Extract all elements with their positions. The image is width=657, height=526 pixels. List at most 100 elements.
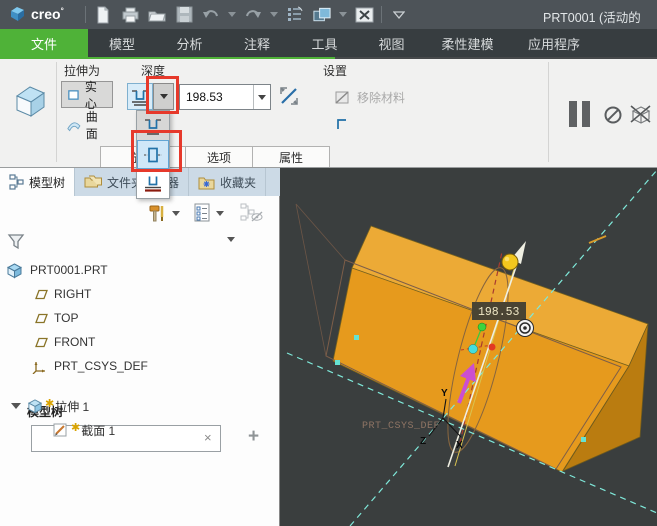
tree-plane-label[interactable]: TOP (54, 311, 78, 325)
flip-direction-button[interactable] (278, 85, 300, 107)
remove-material-button: 移除材料 (329, 84, 410, 111)
tab-annotate[interactable]: 注释 (223, 29, 291, 57)
sketch-vertex-handle[interactable] (354, 335, 359, 340)
tab-model[interactable]: 模型 (88, 29, 156, 57)
tree-eye-slash-icon (240, 203, 263, 222)
save-icon[interactable] (174, 4, 194, 25)
navtab-model-tree[interactable]: 模型树 (0, 168, 76, 196)
tab-analysis[interactable]: 分析 (156, 29, 223, 57)
tree-row-section[interactable]: ✱ 截面 1 (52, 418, 115, 442)
solid-button-label: 实心 (84, 79, 97, 111)
tab-properties[interactable]: 属性 (252, 146, 330, 168)
tree-row-plane[interactable]: FRONT (33, 330, 95, 354)
customize-toolbar-icon[interactable] (389, 4, 409, 25)
filter-icon[interactable] (6, 232, 26, 251)
windows-dropdown-icon[interactable] (339, 12, 347, 17)
close-window-icon[interactable] (354, 4, 374, 25)
tab-view[interactable]: 视图 (358, 29, 425, 57)
creo-application-window: creo° PRT0001 (活动的 文件 模型 分析 注释 工具 视图 柔性建 (0, 0, 657, 526)
tree-part-label[interactable]: PRT0001.PRT (30, 263, 108, 277)
pause-button-bar[interactable] (582, 101, 590, 127)
sketch-outline-extension (295, 203, 346, 357)
tree-row-plane[interactable]: TOP (33, 306, 78, 330)
navtab-favorites-label: 收藏夹 (220, 175, 257, 190)
filter-clear-icon[interactable]: × (204, 430, 212, 445)
remove-material-label: 移除材料 (357, 91, 406, 105)
tree-extrude-label[interactable]: 拉伸 1 (55, 398, 89, 415)
tree-plane-label[interactable]: RIGHT (54, 287, 91, 301)
extrude-feature-icon (8, 83, 50, 121)
navtab-folder-browser[interactable]: 文件夹浏览器 (75, 168, 190, 196)
pause-button[interactable] (569, 101, 577, 127)
model-tree-panel: 模型树 × + PRT0001.PRT RIGHT TOP FRONT PRT_… (0, 196, 280, 526)
axis-label-y: Y (441, 388, 448, 399)
collapse-arrow-icon[interactable] (11, 403, 21, 409)
depth-value-combo[interactable]: 198.53 (179, 84, 271, 110)
surface-button[interactable]: 曲面 (61, 110, 113, 141)
tab-tools[interactable]: 工具 (291, 29, 358, 57)
depth-drag-handle-ball[interactable] (501, 253, 519, 271)
model-scene: Y Z X PRT_CSYS_DEF 198.53 (286, 169, 657, 526)
tab-options[interactable]: 选项 (185, 146, 253, 168)
tools-hammer-icon (149, 205, 164, 222)
tree-tools-dropdown-icon[interactable] (172, 211, 180, 216)
cancel-feature-button[interactable] (603, 105, 623, 125)
modified-asterisk-icon: ✱ (45, 397, 55, 410)
open-folder-icon[interactable] (147, 4, 167, 25)
group-divider (548, 62, 549, 162)
solid-button[interactable]: 实心 (61, 80, 113, 111)
tree-row-plane[interactable]: RIGHT (33, 282, 91, 306)
highlight-box-symmetric-option (131, 130, 182, 172)
highlight-box-depth-dropdown (146, 76, 179, 114)
redo-dropdown-icon[interactable] (270, 12, 278, 17)
tab-flexible-modeling[interactable]: 柔性建模 (425, 29, 510, 57)
filter-add-icon[interactable]: + (248, 426, 259, 448)
depth-option-through-all[interactable] (137, 169, 169, 198)
tree-settings-button[interactable] (193, 203, 211, 223)
folders-icon (84, 175, 103, 187)
tree-row-part[interactable]: PRT0001.PRT (6, 258, 108, 282)
sketch-vertex-handle[interactable] (581, 437, 586, 442)
tree-row-extrude[interactable]: ✱ 拉伸 1 (11, 394, 89, 418)
tree-plane-label[interactable]: FRONT (54, 335, 95, 349)
sketch-vertex-handle[interactable] (335, 360, 340, 365)
csys-label: PRT_CSYS_DEF (362, 421, 440, 432)
snap-target-icon[interactable] (516, 319, 534, 337)
datum-axis-tick (588, 235, 607, 244)
depth-value-dropdown[interactable] (253, 85, 270, 109)
tab-applications[interactable]: 应用程序 (510, 29, 598, 57)
new-file-icon[interactable] (93, 4, 113, 25)
modified-asterisk-icon: ✱ (71, 421, 81, 434)
filter-dropdown-icon[interactable] (227, 237, 235, 242)
surface-icon (67, 121, 81, 131)
verify-cube-icon (630, 105, 651, 124)
group-divider (56, 62, 57, 162)
windows-icon[interactable] (312, 4, 332, 25)
regenerate-icon[interactable] (285, 4, 305, 25)
tree-csys-label[interactable]: PRT_CSYS_DEF (54, 359, 148, 373)
favorites-folder-icon (198, 177, 215, 189)
axis-label-z: Z (420, 436, 426, 447)
depth-value[interactable]: 198.53 (180, 90, 253, 104)
cyan-reference-point[interactable] (468, 344, 478, 354)
tab-file[interactable]: 文件 (0, 29, 88, 57)
green-reference-point[interactable] (477, 322, 487, 332)
navtab-favorites[interactable]: 收藏夹 (189, 168, 267, 196)
tree-tools-button[interactable] (148, 204, 167, 223)
red-reference-point[interactable] (488, 343, 496, 351)
extrude-feature-cube-icon (27, 399, 43, 414)
tree-settings-dropdown-icon[interactable] (216, 211, 224, 216)
redo-icon[interactable] (243, 4, 263, 25)
print-icon[interactable] (120, 4, 140, 25)
datum-plane-icon (35, 289, 48, 299)
undo-dropdown-icon[interactable] (228, 12, 236, 17)
dimension-value[interactable]: 198.53 (478, 306, 520, 319)
thicken-sketch-button[interactable] (333, 116, 351, 134)
chevron-down-icon (258, 94, 266, 100)
verify-feature-button[interactable] (628, 103, 653, 126)
tree-show-hide-button[interactable] (240, 203, 263, 223)
undo-icon[interactable] (201, 4, 221, 25)
tree-row-csys[interactable]: PRT_CSYS_DEF (32, 354, 148, 378)
graphics-viewport[interactable]: Y Z X PRT_CSYS_DEF 198.53 (280, 168, 657, 526)
tree-section-label[interactable]: 截面 1 (81, 422, 115, 439)
